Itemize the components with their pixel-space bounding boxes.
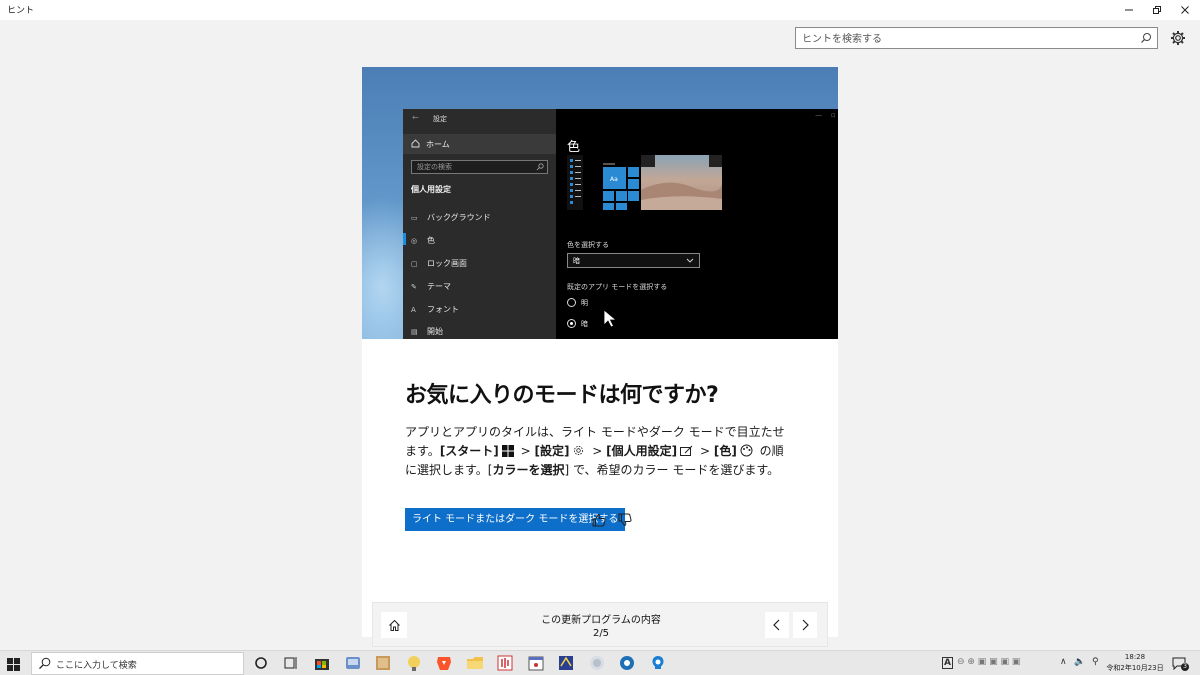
windows-logo-icon (501, 445, 514, 457)
start-icon: ▤ (411, 328, 418, 336)
tip-card: ← 設定 ホーム 設定の検索 個人用設定 ▭ バックグラウンド ◎ 色 ▢ ロッ… (362, 67, 838, 647)
title-bar: ヒント (0, 0, 1200, 20)
personalization-icon (680, 445, 693, 456)
page-indicator: 2/5 (592, 628, 610, 639)
action-center-button[interactable]: 3 (1172, 655, 1189, 674)
thumbs-down-icon (618, 513, 632, 527)
tip-content: お気に入りのモードは何ですか? アプリとアプリのタイルは、ライト モードやダーク… (405, 377, 795, 480)
gear-icon (1171, 31, 1185, 45)
start-button[interactable] (7, 656, 20, 675)
radio-circle (567, 298, 576, 307)
chevron-down-icon (686, 258, 694, 263)
clock-time: 18:28 (1124, 653, 1146, 661)
app-icon-2[interactable] (374, 654, 392, 672)
tips-app: ← 設定 ホーム 設定の検索 個人用設定 ▭バックグラウンド ◎色 (0, 20, 1200, 650)
show-hidden-icons-icon[interactable]: ∧ (1060, 657, 1067, 667)
settings-nav-item: ▢ ロック画面 (411, 259, 467, 268)
chevron-right-icon (802, 619, 809, 631)
settings-page-title: 色 (567, 140, 581, 155)
clock-date: 令和2年10月23日 (1106, 664, 1164, 672)
color-preview: Aa (567, 155, 722, 210)
settings-nav-item: A フォント (411, 305, 459, 314)
selected-indicator (403, 233, 406, 245)
calendar-app-icon[interactable] (527, 654, 545, 672)
settings-section-title: 個人用設定 (411, 185, 451, 194)
image-icon: ▭ (411, 214, 418, 222)
radio-dark: 暗 (567, 318, 627, 330)
settings-nav-item: ▤ 開始 (411, 327, 443, 336)
settings-screenshot: ← 設定 ホーム 設定の検索 個人用設定 ▭ バックグラウンド ◎ 色 ▢ ロッ… (403, 109, 838, 339)
lock-screen-icon: ▢ (411, 260, 418, 268)
settings-nav-item: ◎ 色 (411, 236, 435, 245)
file-explorer-icon[interactable] (466, 654, 484, 672)
search-icon (536, 163, 544, 171)
ime-mode-icons[interactable]: ⊖ ⊕ ▣ ▣ ▣ ▣ (957, 657, 1020, 667)
radio-circle-checked (567, 319, 576, 328)
volume-icon[interactable]: 🔈 (1074, 657, 1085, 667)
mouse-cursor-icon (603, 309, 617, 328)
choose-color-label: 色を選択する (567, 241, 609, 249)
close-button[interactable] (1171, 0, 1199, 20)
settings-nav-pane: ← 設定 ホーム 設定の検索 個人用設定 ▭ バックグラウンド ◎ 色 ▢ ロッ… (403, 109, 556, 339)
tip-hero-image: ← 設定 ホーム 設定の検索 個人用設定 ▭ バックグラウンド ◎ 色 ▢ ロッ… (362, 67, 838, 339)
ime-indicator[interactable]: A (942, 657, 953, 669)
close-icon (1181, 6, 1189, 14)
thumbs-up-icon (592, 513, 606, 527)
choose-color-dropdown: 暗 (567, 253, 700, 268)
settings-nav-item: ▭ バックグラウンド (411, 213, 491, 222)
app-icon-3[interactable] (405, 654, 423, 672)
window-controls: — ▫ (815, 111, 838, 119)
tips-search-box[interactable] (795, 27, 1158, 49)
minimize-button[interactable] (1115, 0, 1143, 20)
app-icon-1[interactable] (344, 654, 362, 672)
taskbar-search-box[interactable]: ここに入力して検索 (31, 652, 244, 675)
search-icon (39, 657, 51, 670)
notification-count: 3 (1181, 663, 1189, 671)
tip-heading: お気に入りのモードは何ですか? (405, 383, 719, 408)
taskbar-clock[interactable]: 18:28 令和2年10月23日 (1105, 652, 1165, 674)
search-icon[interactable] (1140, 32, 1152, 44)
settings-home-item: ホーム (403, 134, 556, 154)
restore-icon (1153, 6, 1161, 14)
tip-body: アプリとアプリのタイルは、ライト モードやダーク モードで目立たせます。[スター… (405, 425, 785, 477)
settings-main-pane: — ▫ 色 Aa 色を選択する 暗 既定のアプリ モードを選択する 明 暗 (556, 109, 838, 339)
settings-search-box: 設定の検索 (411, 160, 548, 174)
palette-icon: ◎ (411, 237, 418, 245)
minimize-icon (1125, 9, 1133, 11)
network-icon[interactable]: ⚲ (1092, 657, 1099, 667)
tips-app-icon[interactable] (649, 654, 667, 672)
collection-title: この更新プログラムの内容 (541, 615, 661, 626)
window-title: ヒント (7, 6, 35, 16)
tip-navigation-bar: この更新プログラムの内容 2/5 (372, 602, 828, 647)
app-icon-5[interactable] (557, 654, 575, 672)
chevron-left-icon (773, 619, 780, 631)
app-icon-6[interactable] (588, 654, 606, 672)
back-arrow-icon: ← (412, 113, 419, 122)
svg-text:Aa: Aa (610, 176, 618, 183)
taskbar: ここに入力して検索 A ⊖ ⊕ ▣ ▣ ▣ ▣ ∧ 🔈 ⚲ 18:28 令和2年… (0, 650, 1200, 675)
store-icon[interactable] (313, 654, 331, 672)
settings-window-title: 設定 (433, 115, 447, 123)
font-icon: A (411, 306, 416, 314)
restore-button[interactable] (1143, 0, 1171, 20)
cortana-icon[interactable] (252, 654, 270, 672)
app-mode-label: 既定のアプリ モードを選択する (567, 283, 668, 291)
previous-tip-button[interactable] (765, 612, 789, 638)
app-icon-4[interactable] (496, 654, 514, 672)
app-icon-7[interactable] (618, 654, 636, 672)
palette-icon (740, 444, 753, 457)
theme-icon: ✎ (411, 283, 417, 291)
windows-logo-icon (7, 658, 20, 671)
like-button[interactable] (589, 510, 609, 530)
settings-nav-item: ✎ テーマ (411, 282, 451, 291)
next-tip-button[interactable] (793, 612, 817, 638)
settings-button[interactable] (1167, 27, 1189, 49)
dislike-button[interactable] (615, 510, 635, 530)
home-icon (411, 139, 420, 148)
tips-search-input[interactable] (802, 31, 1132, 47)
radio-light: 明 (567, 297, 627, 309)
task-view-icon[interactable] (282, 654, 300, 672)
brave-browser-icon[interactable] (435, 654, 453, 672)
gear-icon (574, 446, 584, 455)
